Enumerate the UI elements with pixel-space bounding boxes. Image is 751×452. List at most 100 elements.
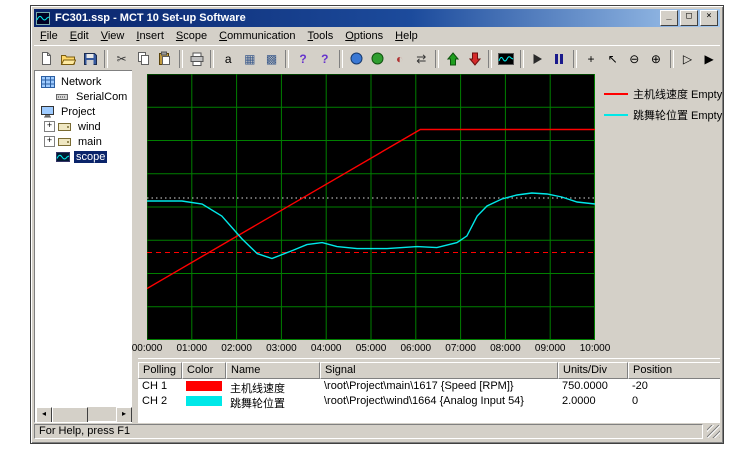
zoom-out-button[interactable]: ⊖ — [623, 49, 645, 69]
column-header-polling[interactable]: Polling — [138, 362, 182, 379]
tree-item-network[interactable]: Network — [36, 74, 132, 89]
new-button[interactable] — [36, 49, 58, 69]
step-right-button[interactable]: ▶ — [698, 49, 720, 69]
close-button[interactable]: × — [700, 10, 718, 26]
scope-panel: 主机线速度 Empty跳舞轮位置 Empty 00:00001:00002:00… — [138, 70, 720, 423]
main-area: NetworkSerialComProject + wind+mainscope ◂… — [34, 70, 720, 423]
cut-icon: ✂ — [117, 53, 127, 65]
x-axis-tick: 07:000 — [445, 343, 476, 354]
toolbar-separator — [104, 50, 108, 68]
table-row[interactable]: CH 2跳舞轮位置\root\Project\wind\1664 {Analog… — [138, 394, 720, 409]
titlebar[interactable]: FC301.ssp - MCT 10 Set-up Software _□× — [34, 9, 720, 27]
table-header-row: PollingColorNameSignalUnits/DivPosition — [138, 362, 720, 379]
scope-plot[interactable] — [147, 74, 595, 340]
scroll-left-icon[interactable]: ◂ — [36, 407, 52, 423]
write-to-drive-button[interactable] — [464, 49, 486, 69]
resize-grip[interactable] — [707, 425, 720, 438]
menu-scope[interactable]: Scope — [170, 28, 213, 44]
context-help-icon: ? — [321, 53, 328, 65]
menu-options[interactable]: Options — [339, 28, 389, 44]
table-view-button[interactable]: ▩ — [261, 49, 283, 69]
parameter-grid-icon: ▦ — [244, 53, 255, 65]
pause-icon — [554, 53, 564, 65]
network-grid-icon — [41, 76, 56, 88]
column-header-unitsdiv[interactable]: Units/Div — [558, 362, 628, 379]
scope-wave-button[interactable] — [495, 49, 517, 69]
pause-button[interactable] — [549, 49, 571, 69]
menubar: FileEditViewInsertScopeCommunicationTool… — [34, 27, 720, 45]
zoom-in-button[interactable]: ⊕ — [645, 49, 667, 69]
menu-view[interactable]: View — [95, 28, 131, 44]
zoom-in-icon: ⊕ — [651, 53, 661, 65]
step-right-icon: ▶ — [705, 53, 714, 65]
x-axis-tick: 04:000 — [311, 343, 342, 354]
crosshair-icon: + — [587, 53, 594, 65]
parameter-grid-button[interactable]: ▦ — [239, 49, 261, 69]
crosshair-button[interactable]: + — [580, 49, 602, 69]
toolbar-separator — [285, 50, 289, 68]
project-tree-panel: NetworkSerialComProject + wind+mainscope ◂… — [34, 70, 134, 423]
tree-item-main[interactable]: +main — [36, 134, 132, 149]
toolbar-separator — [573, 50, 577, 68]
column-header-signal[interactable]: Signal — [320, 362, 558, 379]
menu-tools[interactable]: Tools — [302, 28, 340, 44]
copy-button[interactable] — [133, 49, 155, 69]
tree-item-label: wind — [76, 121, 103, 133]
legend-item: 主机线速度 Empty — [604, 86, 718, 102]
pointer-zoom-button[interactable]: ↖ — [602, 49, 624, 69]
expander-icon[interactable]: + — [44, 136, 55, 147]
app-icon[interactable] — [36, 11, 51, 25]
column-header-color[interactable]: Color — [182, 362, 226, 379]
tree-item-serialcom[interactable]: SerialCom — [36, 89, 132, 104]
toolbar-separator — [179, 50, 183, 68]
print-button[interactable] — [186, 49, 208, 69]
table-row[interactable]: CH 1主机线速度\root\Project\main\1617 {Speed … — [138, 379, 720, 394]
project-tree: NetworkSerialComProject + wind+mainscope — [36, 74, 132, 407]
column-header-position[interactable]: Position — [628, 362, 720, 379]
menu-help[interactable]: Help — [389, 28, 424, 44]
help-button[interactable]: ? — [292, 49, 314, 69]
status-text: For Help, press F1 — [34, 424, 703, 439]
scrollbar-thumb[interactable] — [52, 407, 88, 423]
menu-communication[interactable]: Communication — [213, 28, 301, 44]
transfer-button[interactable]: ⇄ — [410, 49, 432, 69]
paste-button[interactable] — [154, 49, 176, 69]
cell-name: 跳舞轮位置 — [226, 394, 320, 409]
copy-icon — [136, 51, 151, 66]
legend-line-sample — [604, 93, 628, 95]
channel-color-swatch — [186, 396, 222, 406]
save-icon — [83, 52, 97, 66]
tree-item-project[interactable]: Project — [36, 104, 132, 119]
cut-button[interactable]: ✂ — [111, 49, 133, 69]
scroll-right-icon[interactable]: ▸ — [116, 407, 132, 423]
context-help-button[interactable]: ? — [314, 49, 336, 69]
menu-file[interactable]: File — [34, 28, 64, 44]
tree-item-scope[interactable]: scope — [36, 149, 132, 164]
menu-insert[interactable]: Insert — [130, 28, 170, 44]
open-folder-button[interactable] — [58, 49, 80, 69]
expander-icon[interactable]: + — [44, 121, 55, 132]
play-button[interactable] — [527, 49, 549, 69]
tree-item-wind[interactable]: + wind — [36, 119, 132, 134]
compare-button[interactable]: ◐ — [389, 49, 411, 69]
save-button[interactable] — [79, 49, 101, 69]
read-from-drive-icon — [447, 52, 459, 66]
arrow-tool-button[interactable]: ▷ — [677, 49, 699, 69]
menu-edit[interactable]: Edit — [64, 28, 95, 44]
serial-port-icon — [56, 92, 71, 102]
network-scan-button[interactable] — [346, 49, 368, 69]
network-node-button[interactable] — [367, 49, 389, 69]
column-header-name[interactable]: Name — [226, 362, 320, 379]
toolbar-separator — [520, 50, 524, 68]
insert-text-button[interactable]: a — [217, 49, 239, 69]
x-axis-tick: 09:000 — [535, 343, 566, 354]
x-axis-tick: 05:000 — [356, 343, 387, 354]
read-from-drive-button[interactable] — [442, 49, 464, 69]
maximize-button[interactable]: □ — [680, 10, 698, 26]
x-axis-tick: 06:000 — [401, 343, 432, 354]
minimize-button[interactable]: _ — [660, 10, 678, 26]
new-icon — [39, 51, 54, 66]
toolbar-separator — [488, 50, 492, 68]
drive-icon — [58, 137, 73, 147]
toolbar-separator — [339, 50, 343, 68]
